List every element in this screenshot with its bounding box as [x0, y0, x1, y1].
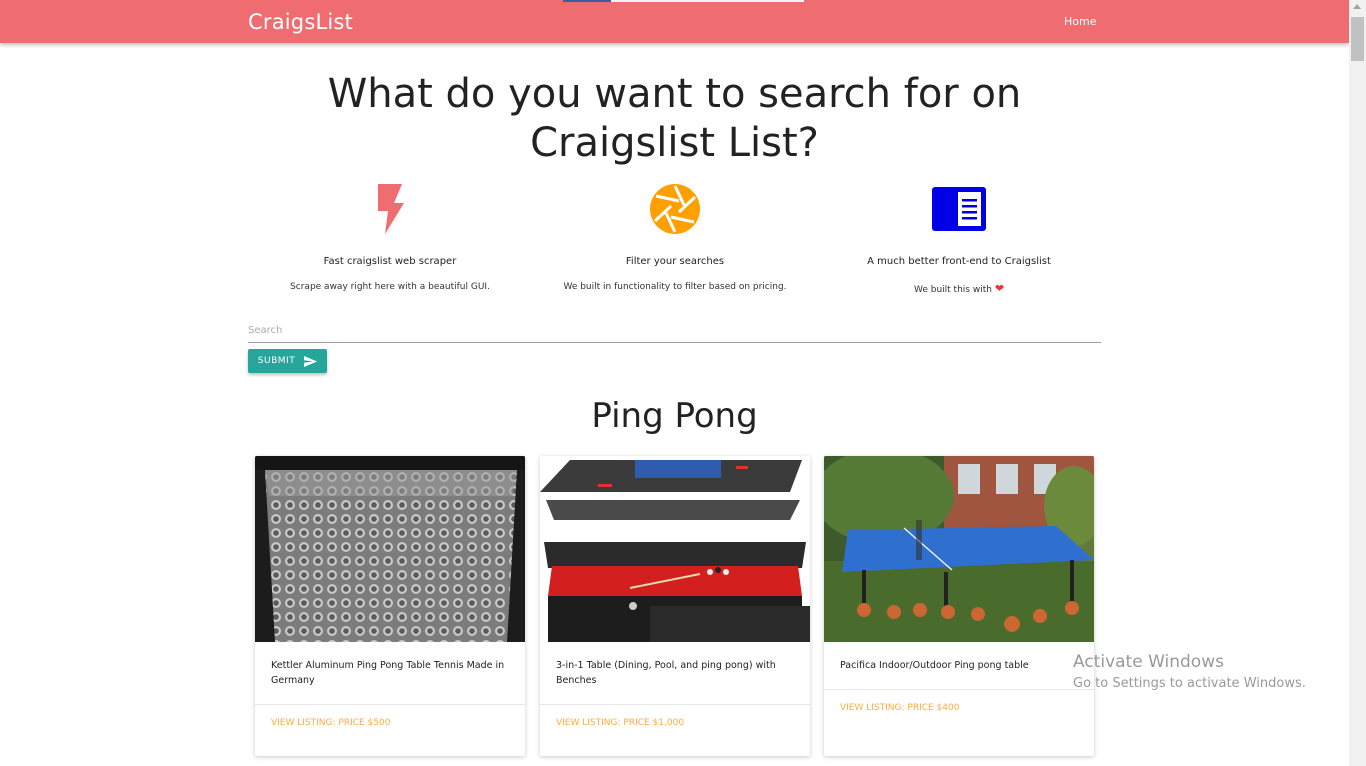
feature-filter: Filter your searches We built in functio…: [533, 182, 817, 292]
nav-home-link[interactable]: Home: [1064, 15, 1096, 28]
send-icon: [304, 355, 318, 367]
page-scrollbar[interactable]: [1349, 0, 1366, 766]
heart-icon: ❤: [994, 282, 1005, 295]
loading-progress-track: [611, 0, 804, 2]
top-navbar: CraigsList Home: [0, 0, 1349, 43]
watermark-subtitle: Go to Settings to activate Windows.: [1073, 676, 1306, 691]
listing-title: Pacifica Indoor/Outdoor Ping pong table: [840, 660, 1029, 671]
search-input[interactable]: [248, 318, 1101, 343]
feature-title: Fast craigslist web scraper: [323, 256, 457, 267]
listing-card: Pacifica Indoor/Outdoor Ping pong table …: [824, 456, 1094, 756]
search-form: [248, 318, 1101, 343]
scrollbar-thumb[interactable]: [1351, 17, 1364, 61]
results-section-title: Ping Pong: [591, 396, 758, 436]
chrome-reader-icon: [932, 187, 986, 231]
aperture-icon: [650, 184, 700, 234]
submit-label: SUBMIT: [257, 356, 296, 366]
feature-title: A much better front-end to Craigslist: [867, 256, 1051, 267]
loading-progress-bar: [563, 0, 611, 2]
listing-card: 3-in-1 Table (Dining, Pool, and ping pon…: [540, 456, 810, 756]
view-listing-link[interactable]: VIEW LISTING: PRICE $400: [824, 689, 1094, 726]
listing-image: [255, 456, 525, 642]
feature-title: Filter your searches: [625, 256, 725, 267]
feature-better-frontend: A much better front-end to Craigslist We…: [817, 182, 1101, 295]
feature-description: We built this with ❤: [913, 282, 1005, 295]
feature-description: We built in functionality to filter base…: [563, 282, 787, 292]
flash-icon: [378, 184, 404, 234]
listing-card: Kettler Aluminum Ping Pong Table Tennis …: [255, 456, 525, 756]
view-listing-link[interactable]: VIEW LISTING: PRICE $1,000: [540, 704, 810, 741]
feature-fast-scraper: Fast craigslist web scraper Scrape away …: [248, 182, 532, 292]
scroll-up-arrow-icon[interactable]: [1353, 4, 1361, 9]
page-title: What do you want to search for on Craigs…: [327, 71, 1022, 166]
listing-image: [540, 456, 810, 642]
submit-button[interactable]: SUBMIT: [248, 349, 327, 373]
view-listing-link[interactable]: VIEW LISTING: PRICE $500: [255, 704, 525, 741]
watermark-title: Activate Windows: [1073, 652, 1224, 672]
listing-image: [824, 456, 1094, 642]
listing-title: 3-in-1 Table (Dining, Pool, and ping pon…: [556, 660, 776, 686]
brand-logo-link[interactable]: CraigsList: [248, 10, 353, 34]
activate-windows-watermark: Activate Windows Go to Settings to activ…: [1073, 652, 1306, 691]
listing-title: Kettler Aluminum Ping Pong Table Tennis …: [271, 660, 505, 686]
feature-description: Scrape away right here with a beautiful …: [290, 282, 490, 292]
